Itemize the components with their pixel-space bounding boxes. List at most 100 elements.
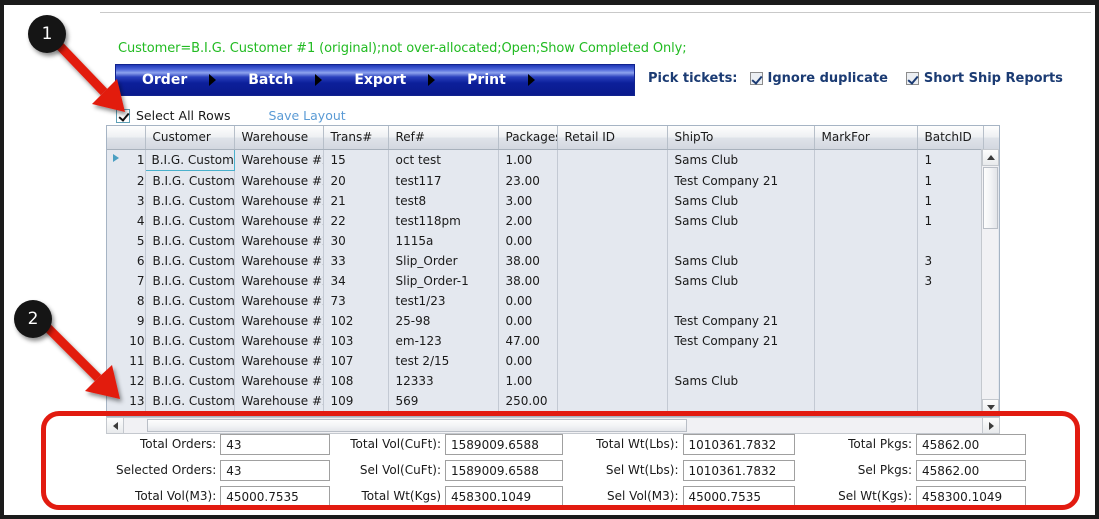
cell-trans[interactable]: 22: [323, 211, 389, 231]
cell-warehouse[interactable]: Warehouse #2: [234, 191, 324, 211]
cell-trans[interactable]: 15: [323, 149, 389, 171]
checkbox-ignore-duplicate[interactable]: Ignore duplicate: [749, 71, 888, 86]
row-number-cell[interactable]: 1: [107, 149, 146, 171]
cell-customer[interactable]: B.I.G. Custom: [145, 251, 235, 271]
cell-shipto[interactable]: [667, 351, 815, 371]
cell-packages[interactable]: 0.00: [498, 231, 558, 251]
table-row[interactable]: 13 B.I.G. Custom Warehouse #2 109 569 250.00: [107, 391, 999, 411]
cell-shipto[interactable]: Test Company 21: [667, 311, 815, 331]
cell-shipto[interactable]: Sams Club: [667, 191, 815, 211]
cell-trans[interactable]: 20: [323, 170, 389, 191]
cell-ref[interactable]: test117: [388, 170, 499, 191]
cell-shipto[interactable]: Sams Club: [667, 251, 815, 271]
row-number-cell[interactable]: 4: [107, 211, 146, 231]
field-total-pkgs-value[interactable]: 45862.00: [916, 433, 1026, 455]
row-number-cell[interactable]: 6: [107, 251, 146, 271]
cell-ref[interactable]: test8: [388, 191, 499, 211]
table-row[interactable]: 5 B.I.G. Custom Warehouse #2 30 1115a 0.00: [107, 231, 999, 251]
table-row[interactable]: 2 B.I.G. Custom Warehouse #2 20 test117 23.00…: [107, 170, 999, 191]
cell-shipto[interactable]: Sams Club: [667, 271, 815, 291]
cell-shipto[interactable]: [667, 391, 815, 411]
cell-packages[interactable]: 23.00: [498, 170, 558, 191]
cell-retail-id[interactable]: [557, 170, 668, 191]
cell-customer[interactable]: B.I.G. Custom: [145, 231, 235, 251]
cell-retail-id[interactable]: [557, 149, 668, 171]
field-sel-vol-cuft-value[interactable]: 1589009.6588: [445, 459, 564, 481]
cell-trans[interactable]: 103: [323, 331, 389, 351]
cell-warehouse[interactable]: Warehouse #2: [234, 371, 324, 391]
cell-ref[interactable]: 569: [388, 391, 499, 411]
row-number-cell[interactable]: 10: [107, 331, 146, 351]
column-header-customer[interactable]: Customer: [145, 126, 235, 150]
field-sel-wt-lbs-value[interactable]: 1010361.7832: [682, 459, 795, 481]
cell-retail-id[interactable]: [557, 311, 668, 331]
cell-customer[interactable]: B.I.G. Custom: [144, 149, 235, 171]
row-number-cell[interactable]: 12: [107, 371, 146, 391]
column-header-rownum[interactable]: [107, 126, 146, 150]
row-number-cell[interactable]: 13: [107, 391, 146, 411]
row-number-cell[interactable]: 5: [107, 231, 146, 251]
scroll-left-button[interactable]: [107, 418, 124, 433]
cell-shipto[interactable]: Sams Club: [667, 371, 815, 391]
checkbox-select-all-rows[interactable]: [116, 108, 130, 123]
cell-shipto[interactable]: Sams Club: [667, 149, 815, 171]
cell-shipto[interactable]: Test Company 21: [667, 170, 815, 191]
grid-vertical-scrollbar[interactable]: [981, 149, 999, 416]
cell-batchid[interactable]: 1: [917, 211, 984, 231]
cell-warehouse[interactable]: Warehouse #2: [234, 391, 324, 411]
table-row[interactable]: 10 B.I.G. Custom Warehouse #2 103 em-123 47.0…: [107, 331, 999, 351]
cell-markfor[interactable]: [814, 251, 918, 271]
field-total-vol-m3-value[interactable]: 45000.7535: [220, 485, 331, 507]
cell-retail-id[interactable]: [557, 291, 668, 311]
cell-customer[interactable]: B.I.G. Custom: [145, 371, 235, 391]
cell-packages[interactable]: 47.00: [498, 331, 558, 351]
column-header-trans[interactable]: Trans#: [323, 126, 389, 150]
cell-warehouse[interactable]: Warehouse #2: [234, 170, 324, 191]
cell-ref[interactable]: 25-98: [388, 311, 499, 331]
cell-packages[interactable]: 1.00: [498, 149, 558, 171]
cell-warehouse[interactable]: Warehouse #2: [234, 311, 324, 331]
cell-customer[interactable]: B.I.G. Custom: [145, 291, 235, 311]
cell-markfor[interactable]: [814, 211, 918, 231]
column-header-ref[interactable]: Ref#: [388, 126, 499, 150]
cell-batchid[interactable]: 1: [917, 191, 984, 211]
cell-trans[interactable]: 34: [323, 271, 389, 291]
cell-warehouse[interactable]: Warehouse #2: [234, 211, 324, 231]
cell-batchid[interactable]: 1: [917, 170, 984, 191]
cell-trans[interactable]: 30: [323, 231, 389, 251]
cell-packages[interactable]: 38.00: [498, 271, 558, 291]
cell-markfor[interactable]: [814, 291, 918, 311]
cell-batchid[interactable]: [917, 351, 984, 371]
cell-packages[interactable]: 0.00: [498, 291, 558, 311]
cell-batchid[interactable]: [917, 371, 984, 391]
cell-shipto[interactable]: Test Company 21: [667, 331, 815, 351]
checkbox-short-ship-reports[interactable]: Short Ship Reports: [905, 71, 1063, 86]
cell-markfor[interactable]: [814, 331, 918, 351]
menu-item-print[interactable]: Print: [453, 65, 545, 95]
cell-ref[interactable]: test 2/15: [388, 351, 499, 371]
row-number-cell[interactable]: 9: [107, 311, 146, 331]
row-number-cell[interactable]: 3: [107, 191, 146, 211]
cell-markfor[interactable]: [814, 371, 918, 391]
cell-packages[interactable]: 0.00: [498, 311, 558, 331]
cell-ref[interactable]: em-123: [388, 331, 499, 351]
cell-warehouse[interactable]: Warehouse #2: [234, 351, 324, 371]
cell-packages[interactable]: 2.00: [498, 211, 558, 231]
cell-ref[interactable]: 12333: [388, 371, 499, 391]
cell-customer[interactable]: B.I.G. Custom: [145, 271, 235, 291]
cell-retail-id[interactable]: [557, 211, 668, 231]
cell-trans[interactable]: 102: [323, 311, 389, 331]
cell-packages[interactable]: 38.00: [498, 251, 558, 271]
cell-warehouse[interactable]: Warehouse #2: [234, 291, 324, 311]
cell-markfor[interactable]: [814, 191, 918, 211]
cell-retail-id[interactable]: [557, 351, 668, 371]
field-total-wt-kgs-value[interactable]: 458300.1049: [445, 485, 564, 507]
table-row[interactable]: 1 B.I.G. Custom Warehouse #2 15 oct test 1.00…: [107, 149, 999, 171]
row-number-cell[interactable]: 11: [107, 351, 146, 371]
cell-retail-id[interactable]: [557, 251, 668, 271]
cell-retail-id[interactable]: [557, 391, 668, 411]
horizontal-scroll-thumb[interactable]: [147, 419, 687, 432]
column-header-packages[interactable]: Packages: [498, 126, 558, 150]
cell-ref[interactable]: oct test: [388, 149, 499, 171]
cell-retail-id[interactable]: [557, 191, 668, 211]
